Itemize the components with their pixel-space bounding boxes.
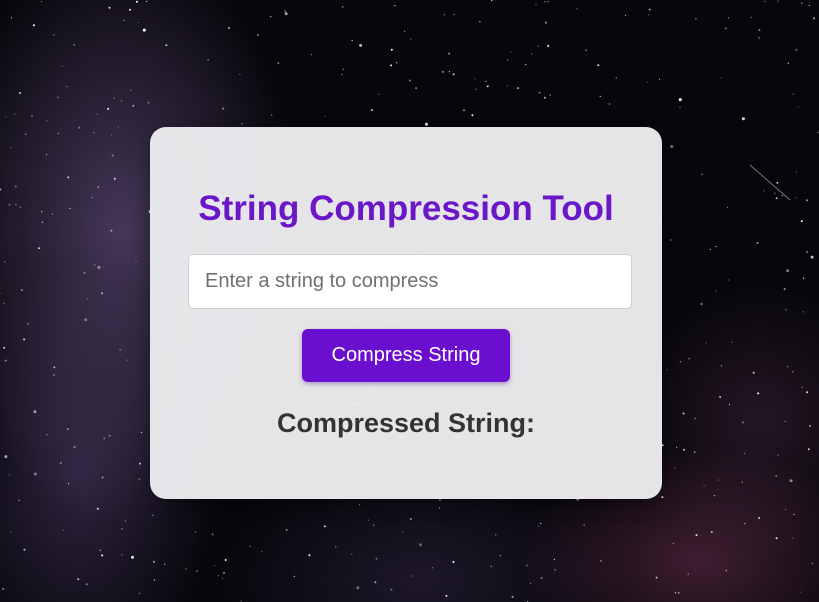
compressed-string-heading: Compressed String:: [276, 408, 536, 438]
page-title: String Compression Tool: [198, 189, 614, 228]
string-input[interactable]: [188, 254, 632, 309]
compression-card: String Compression Tool Compress String …: [150, 127, 662, 499]
compress-string-button[interactable]: Compress String: [302, 329, 510, 382]
